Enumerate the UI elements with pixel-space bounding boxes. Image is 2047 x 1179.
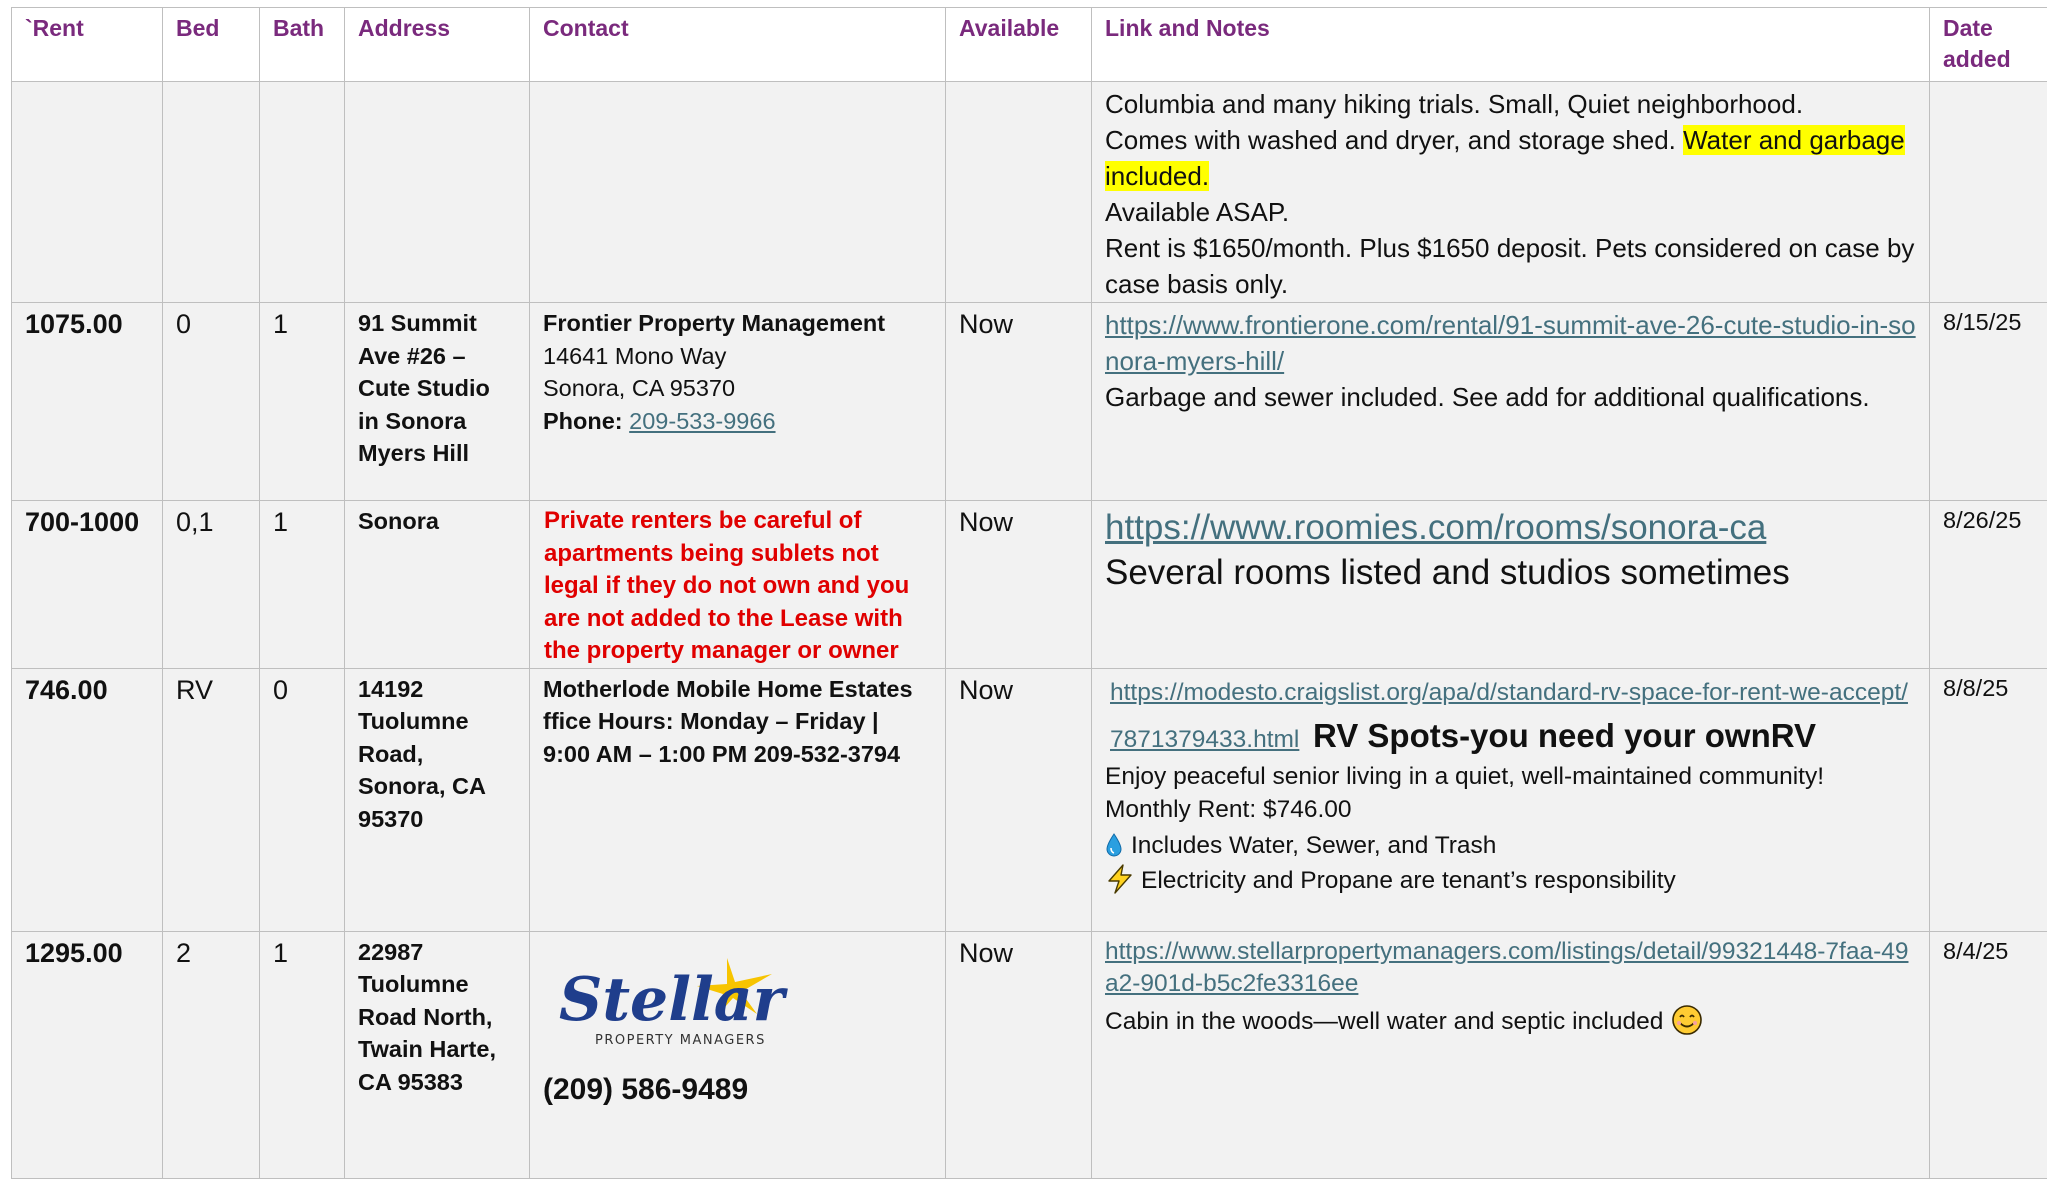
- notes-text: Garbage and sewer included. See add for …: [1105, 379, 1916, 415]
- bed-cell: 0,1: [163, 501, 260, 669]
- header-link-notes: Link and Notes: [1092, 8, 1930, 82]
- header-contact: Contact: [530, 8, 946, 82]
- lightning-icon: [1105, 864, 1135, 894]
- rent-cell: [12, 82, 163, 303]
- contact-cell: Frontier Property Management 14641 Mono …: [530, 303, 946, 501]
- bed-cell: 0: [163, 303, 260, 501]
- notes-text: Cabin in the woods—well water and septic…: [1105, 1008, 1663, 1035]
- table-row: 746.00 RV 0 14192 Tuolumne Road, Sonora,…: [12, 668, 2047, 931]
- available-cell: Now: [946, 501, 1092, 669]
- bath-cell: 1: [260, 501, 345, 669]
- water-drop-icon: [1105, 833, 1123, 857]
- notes-text: Electricity and Propane are tenant’s res…: [1141, 867, 1676, 894]
- warning-note: Private renters be careful of apartments…: [530, 501, 946, 669]
- bed-cell: [163, 82, 260, 303]
- header-rent: `Rent: [12, 8, 163, 82]
- available-cell: Now: [946, 668, 1092, 931]
- address-cell: Sonora: [345, 501, 530, 669]
- notes-cell: https://www.frontierone.com/rental/91-su…: [1092, 303, 1930, 501]
- notes-text: Comes with washed and dryer, and storage…: [1105, 125, 1683, 155]
- table-row: 1075.00 0 1 91 Summit Ave #26 – Cute Stu…: [12, 303, 2047, 501]
- contact-cell: [530, 82, 946, 303]
- date-cell: 8/8/25: [1930, 668, 2047, 931]
- address-cell: 91 Summit Ave #26 – Cute Studio in Sonor…: [345, 303, 530, 501]
- contact-cell: Motherlode Mobile Home Estates ffice Hou…: [530, 668, 946, 931]
- contact-city: Sonora, CA 95370: [543, 372, 932, 405]
- bath-cell: 1: [260, 931, 345, 1178]
- table-row: 1295.00 2 1 22987 Tuolumne Road North, T…: [12, 931, 2047, 1178]
- notes-text: Columbia and many hiking trials. Small, …: [1105, 86, 1916, 122]
- rental-listings-table: `Rent Bed Bath Address Contact Available…: [11, 7, 2047, 1179]
- phone-link[interactable]: 209-533-9966: [629, 408, 775, 434]
- header-available: Available: [946, 8, 1092, 82]
- listing-link[interactable]: https://www.stellarpropertymanagers.com/…: [1105, 938, 1908, 997]
- address-cell: [345, 82, 530, 303]
- logo-wordmark: Stellar: [559, 965, 789, 1035]
- notes-cell: https://www.roomies.com/rooms/sonora-ca …: [1092, 501, 1930, 669]
- notes-text: Rent is $1650/month. Plus $1650 deposit.…: [1105, 230, 1916, 302]
- notes-text: Available ASAP.: [1105, 194, 1916, 230]
- notes-cell: Columbia and many hiking trials. Small, …: [1092, 82, 1930, 303]
- contact-name: Frontier Property Management: [543, 307, 932, 340]
- notes-text: Several rooms listed and studios sometim…: [1105, 551, 1916, 595]
- header-date-added: Date added: [1930, 8, 2047, 82]
- notes-cell: https://modesto.craigslist.org/apa/d/sta…: [1092, 668, 1930, 931]
- date-cell: 8/26/25: [1930, 501, 2047, 669]
- rent-cell: 700-1000: [12, 501, 163, 669]
- notes-text: Enjoy peaceful senior living in a quiet,…: [1105, 760, 1916, 793]
- bath-cell: 0: [260, 668, 345, 931]
- phone-label: Phone:: [543, 408, 623, 434]
- smiley-icon: [1671, 1004, 1703, 1036]
- table-row: Columbia and many hiking trials. Small, …: [12, 82, 2047, 303]
- available-cell: Now: [946, 303, 1092, 501]
- available-cell: [946, 82, 1092, 303]
- contact-street: 14641 Mono Way: [543, 340, 932, 373]
- address-cell: 14192 Tuolumne Road, Sonora, CA 95370: [345, 668, 530, 931]
- header-row: `Rent Bed Bath Address Contact Available…: [12, 8, 2047, 82]
- rent-cell: 1295.00: [12, 931, 163, 1178]
- available-cell: Now: [946, 931, 1092, 1178]
- date-cell: 8/4/25: [1930, 931, 2047, 1178]
- bed-cell: RV: [163, 668, 260, 931]
- stellar-logo: Stellar PROPERTY MANAGERS: [557, 952, 827, 1052]
- date-cell: 8/15/25: [1930, 303, 2047, 501]
- bath-cell: [260, 82, 345, 303]
- contact-phone: (209) 586-9489: [543, 1070, 932, 1110]
- header-address: Address: [345, 8, 530, 82]
- contact-cell: Stellar PROPERTY MANAGERS (209) 586-9489: [530, 931, 946, 1178]
- date-cell: [1930, 82, 2047, 303]
- bed-cell: 2: [163, 931, 260, 1178]
- notes-text: Includes Water, Sewer, and Trash: [1131, 832, 1496, 859]
- rent-cell: 746.00: [12, 668, 163, 931]
- rent-cell: 1075.00: [12, 303, 163, 501]
- listing-title: RV Spots-you need your ownRV: [1313, 717, 1816, 754]
- notes-cell: https://www.stellarpropertymanagers.com/…: [1092, 931, 1930, 1178]
- header-bath: Bath: [260, 8, 345, 82]
- listing-link[interactable]: https://www.frontierone.com/rental/91-su…: [1105, 310, 1916, 376]
- notes-text: Monthly Rent: $746.00: [1105, 793, 1916, 826]
- listing-link[interactable]: https://www.roomies.com/rooms/sonora-ca: [1105, 508, 1766, 547]
- address-cell: 22987 Tuolumne Road North, Twain Harte, …: [345, 931, 530, 1178]
- logo-subtitle: PROPERTY MANAGERS: [595, 1033, 766, 1048]
- bath-cell: 1: [260, 303, 345, 501]
- stellar-logo-graphic: Stellar PROPERTY MANAGERS: [557, 952, 827, 1052]
- header-bed: Bed: [163, 8, 260, 82]
- table-row: 700-1000 0,1 1 Sonora Private renters be…: [12, 501, 2047, 669]
